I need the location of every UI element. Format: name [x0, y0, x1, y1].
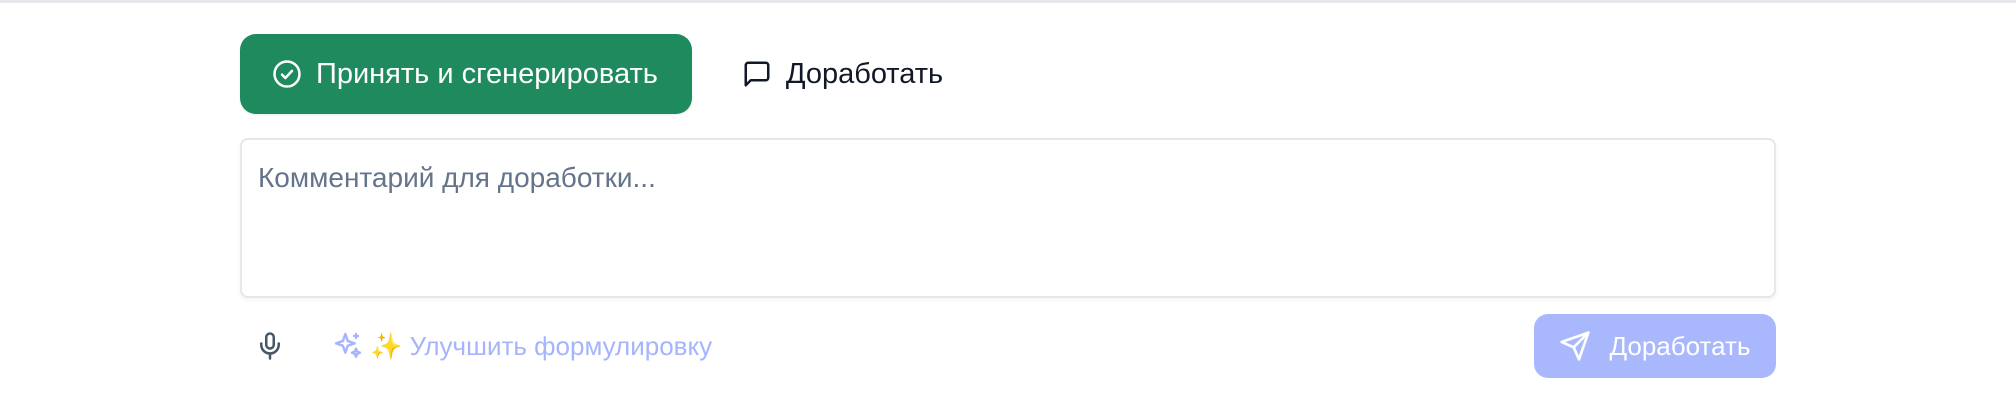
- comment-input[interactable]: [258, 162, 1758, 274]
- submit-refine-button[interactable]: Доработать: [1534, 314, 1776, 378]
- voice-input-button[interactable]: [242, 318, 298, 374]
- message-square-icon: [742, 59, 772, 89]
- refine-button-label: Доработать: [785, 57, 944, 90]
- refine-button[interactable]: Доработать: [722, 34, 963, 114]
- comment-field-container: [240, 138, 1776, 298]
- accept-and-generate-button[interactable]: Принять и сгенерировать: [240, 34, 692, 114]
- check-circle-icon: [272, 59, 302, 89]
- microphone-icon: [255, 331, 285, 361]
- submit-button-label: Доработать: [1609, 330, 1751, 361]
- improve-wording-button[interactable]: ✨ Улучшить формулировку: [332, 330, 712, 362]
- accept-button-label: Принять и сгенерировать: [316, 57, 658, 90]
- sparkles-icon: [332, 330, 364, 362]
- review-panel: Принять и сгенерировать Доработать Комме…: [240, 34, 1776, 378]
- send-icon: [1559, 330, 1591, 362]
- improve-wording-label: ✨ Улучшить формулировку: [370, 330, 713, 361]
- action-row: Принять и сгенерировать Доработать: [240, 34, 1776, 114]
- comment-toolbar: ✨ Улучшить формулировку Доработать: [240, 314, 1776, 378]
- top-divider: [0, 0, 2016, 3]
